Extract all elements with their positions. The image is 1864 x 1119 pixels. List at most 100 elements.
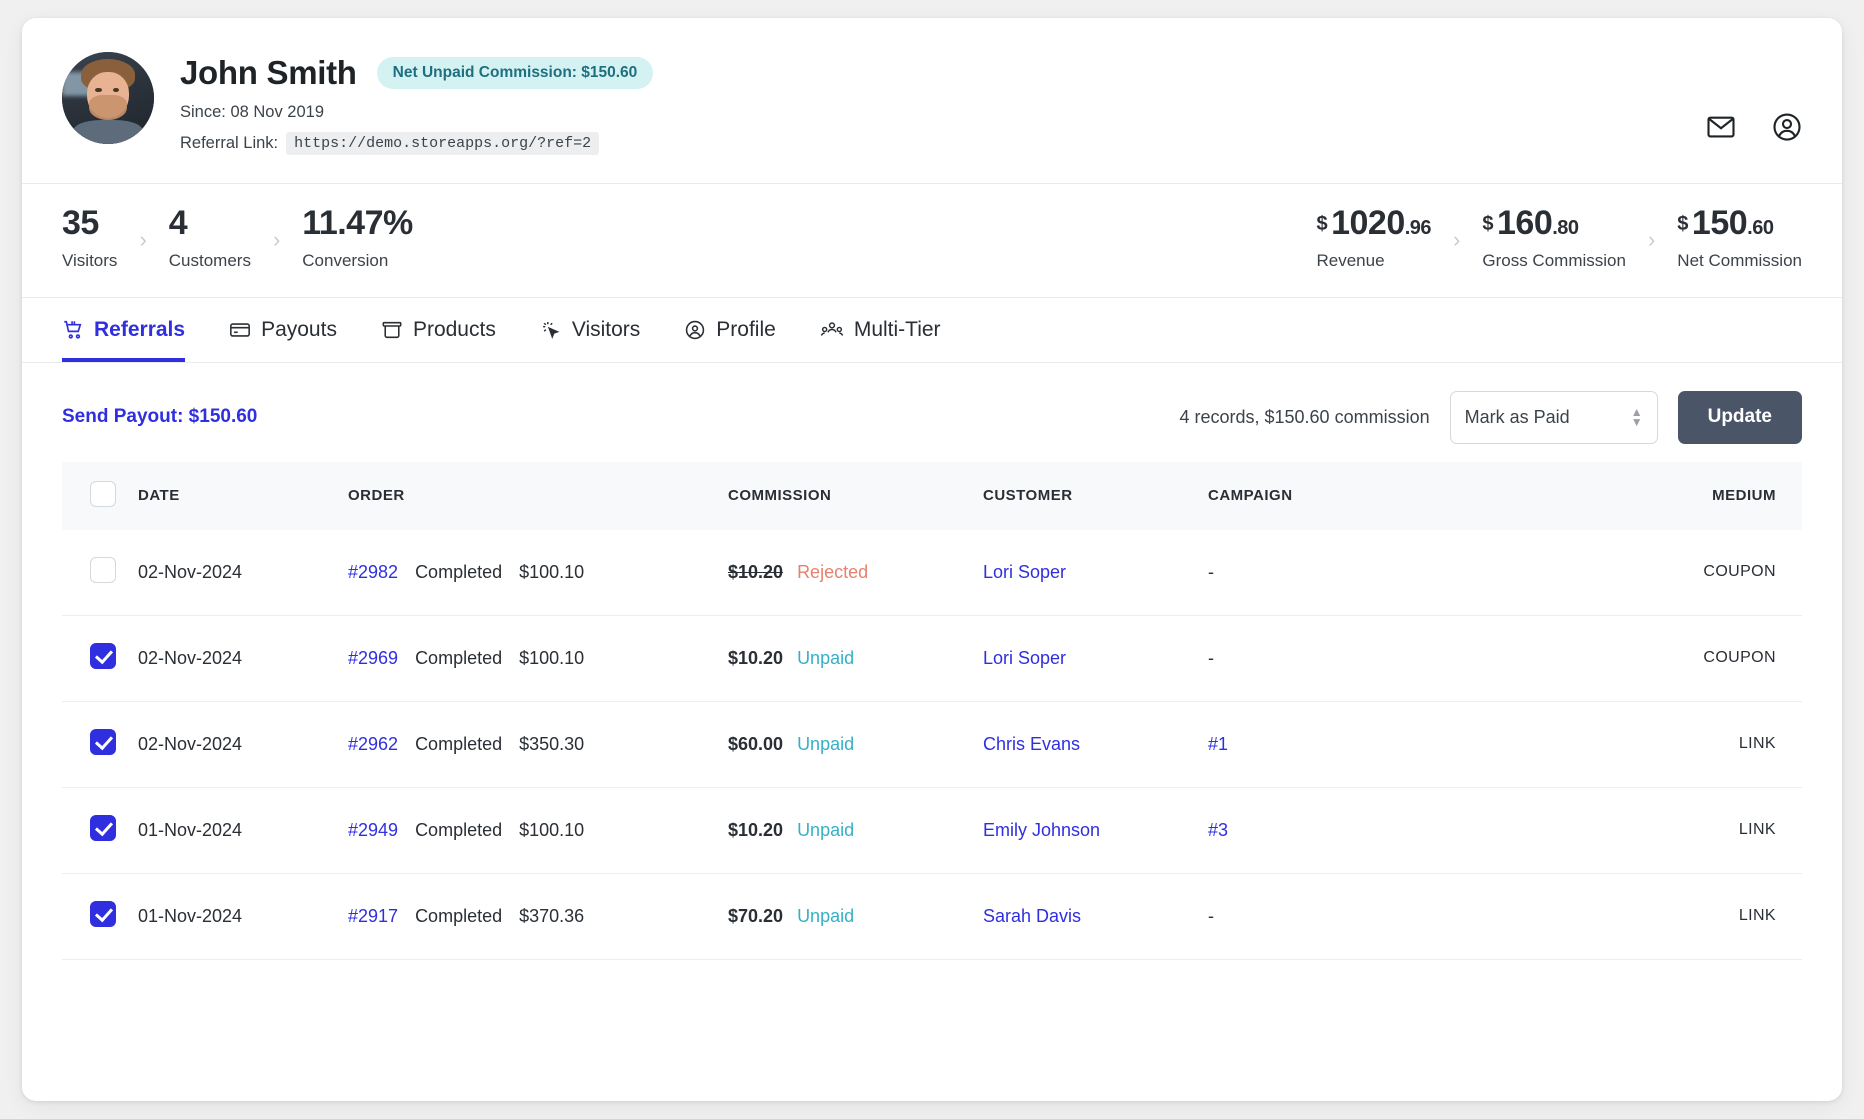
- cell-commission: $60.00 Unpaid: [728, 701, 983, 788]
- order-link[interactable]: #2962: [348, 734, 398, 755]
- stat-customers: 4 Customers: [168, 204, 251, 271]
- tab-multi-tier[interactable]: Multi-Tier: [820, 298, 941, 362]
- member-since: Since: 08 Nov 2019: [180, 103, 325, 121]
- campaign-link: -: [1208, 561, 1214, 582]
- stat-gross-decimal: .80: [1552, 217, 1579, 239]
- row-checkbox[interactable]: [90, 900, 116, 927]
- customer-link[interactable]: Lori Soper: [983, 648, 1066, 668]
- stat-revenue-value: $1020.96: [1316, 205, 1432, 242]
- bulk-action-select[interactable]: Mark as Paid ▲ ▼: [1449, 390, 1658, 444]
- status-badge: Unpaid: [797, 733, 855, 754]
- order-link[interactable]: #2949: [348, 820, 398, 841]
- order-link[interactable]: #2969: [348, 648, 398, 669]
- stats-left-group: 35 Visitors › 4 Customers › 11.47% Conve…: [62, 204, 413, 271]
- customer-link[interactable]: Sarah Davis: [983, 906, 1081, 926]
- column-header-customer[interactable]: CUSTOMER: [983, 462, 1208, 530]
- status-badge: Unpaid: [797, 647, 855, 668]
- cart-icon: [62, 319, 84, 341]
- order-status: Completed: [415, 905, 503, 926]
- tab-label: Referrals: [94, 317, 186, 341]
- tab-visitors[interactable]: Visitors: [540, 298, 640, 362]
- tab-label: Visitors: [571, 317, 641, 341]
- account-circle-icon[interactable]: [1772, 112, 1802, 142]
- cell-campaign: #3: [1208, 787, 1438, 874]
- row-checkbox[interactable]: [90, 556, 116, 583]
- cell-campaign: -: [1208, 873, 1438, 960]
- cell-customer: Lori Soper: [983, 615, 1208, 702]
- table-row: 02-Nov-2024 #2962 Completed $350.30 $60.00 Un…: [62, 701, 1802, 788]
- cell-order: #2949 Completed $100.10: [348, 787, 728, 874]
- tab-payouts[interactable]: Payouts: [229, 298, 337, 362]
- row-checkbox[interactable]: [90, 728, 116, 755]
- cell-medium: COUPON: [1438, 529, 1802, 616]
- stat-customers-value: 4: [168, 204, 188, 242]
- send-payout-link[interactable]: Send Payout: $150.60: [62, 406, 257, 428]
- card-icon: [229, 319, 251, 341]
- campaign-link[interactable]: #3: [1208, 820, 1228, 840]
- column-header-medium[interactable]: MEDIUM: [1438, 462, 1802, 530]
- order-status: Completed: [415, 647, 503, 668]
- customer-link[interactable]: Emily Johnson: [983, 820, 1100, 840]
- column-header-date[interactable]: DATE: [138, 462, 348, 530]
- order-status: Completed: [415, 819, 503, 840]
- stat-net-commission: $150.60 Net Commission: [1677, 204, 1802, 271]
- cell-campaign: -: [1208, 615, 1438, 702]
- bulk-action-value: Mark as Paid: [1464, 406, 1570, 427]
- status-badge: Rejected: [797, 561, 869, 582]
- select-all-header: [62, 462, 138, 530]
- status-badge: Unpaid: [797, 819, 855, 840]
- table-row: 02-Nov-2024 #2969 Completed $100.10 $10.20 Un…: [62, 615, 1802, 702]
- stat-conversion-label: Conversion: [302, 250, 389, 270]
- order-link[interactable]: #2982: [348, 562, 398, 583]
- stat-visitors: 35 Visitors: [62, 205, 117, 271]
- campaign-link: -: [1208, 647, 1214, 668]
- campaign-link[interactable]: #1: [1208, 734, 1228, 754]
- tab-profile[interactable]: Profile: [684, 298, 776, 362]
- cursor-click-icon: [540, 319, 562, 341]
- cell-customer: Emily Johnson: [983, 787, 1208, 874]
- mail-icon[interactable]: [1706, 112, 1736, 142]
- customer-link[interactable]: Chris Evans: [983, 734, 1080, 754]
- customer-link[interactable]: Lori Soper: [983, 562, 1066, 582]
- cell-customer: Lori Soper: [983, 529, 1208, 616]
- stat-net-commission-label: Net Commission: [1677, 250, 1802, 270]
- order-amount: $100.10: [519, 819, 585, 840]
- column-header-commission[interactable]: COMMISSION: [728, 462, 983, 530]
- order-status: Completed: [415, 733, 503, 754]
- order-link[interactable]: #2917: [348, 906, 398, 927]
- header-actions: [1706, 112, 1802, 142]
- stat-gross-whole: 160: [1497, 204, 1553, 242]
- stat-revenue-decimal: .96: [1404, 217, 1432, 239]
- cell-order: #2962 Completed $350.30: [348, 701, 728, 788]
- select-all-checkbox[interactable]: [90, 480, 116, 507]
- cell-commission: $10.20 Unpaid: [728, 787, 983, 874]
- update-button[interactable]: Update: [1677, 390, 1802, 444]
- column-header-campaign[interactable]: CAMPAIGN: [1208, 462, 1438, 530]
- table-toolbar: Send Payout: $150.60 4 records, $150.60 …: [22, 363, 1842, 462]
- campaign-link: -: [1208, 905, 1214, 926]
- cell-campaign: #1: [1208, 701, 1438, 788]
- commission-amount: $60.00: [728, 733, 784, 754]
- table-body: 02-Nov-2024 #2982 Completed $100.10 $10.20 Re…: [62, 529, 1802, 960]
- cell-date: 02-Nov-2024: [138, 615, 348, 702]
- stat-separator-icon: ›: [1647, 227, 1656, 253]
- stat-revenue-label: Revenue: [1316, 250, 1385, 270]
- cell-medium: LINK: [1438, 873, 1802, 960]
- cell-commission: $10.20 Unpaid: [728, 615, 983, 702]
- cell-order: #2917 Completed $370.36: [348, 873, 728, 960]
- commission-amount: $70.20: [728, 905, 784, 926]
- column-header-order[interactable]: ORDER: [348, 462, 728, 530]
- currency-symbol: $: [1482, 213, 1493, 235]
- stat-revenue: $1020.96 Revenue: [1316, 205, 1432, 271]
- stat-gross-commission-value: $160.80: [1482, 204, 1626, 242]
- row-checkbox[interactable]: [90, 814, 116, 841]
- tab-products[interactable]: Products: [381, 298, 496, 362]
- tab-label: Profile: [716, 317, 776, 341]
- currency-symbol: $: [1316, 213, 1328, 235]
- stat-net-whole: 150: [1691, 204, 1748, 242]
- row-checkbox[interactable]: [90, 642, 116, 669]
- referral-link-value[interactable]: https://demo.storeapps.org/?ref=2: [286, 132, 600, 155]
- cell-medium: LINK: [1438, 787, 1802, 874]
- main-tabs: Referrals Payouts Products Visitors Prof…: [22, 298, 1842, 363]
- tab-referrals[interactable]: Referrals: [62, 298, 186, 362]
